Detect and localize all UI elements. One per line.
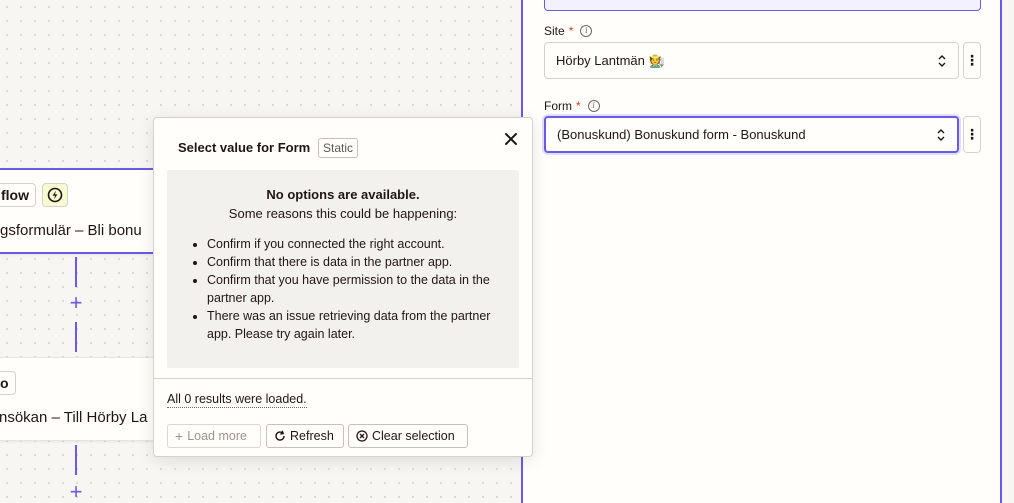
required-marker: * <box>576 99 581 113</box>
plus-icon[interactable]: + <box>66 481 86 503</box>
results-status: All 0 results were loaded. <box>167 392 307 408</box>
popover-title: Select value for Form <box>178 140 311 155</box>
connector-line <box>75 322 77 352</box>
site-label: Site * i <box>544 24 593 38</box>
list-item: There was an issue retrieving data from … <box>207 307 507 343</box>
site-select-value: Hörby Lantmän 🧑‍🌾 <box>556 52 665 68</box>
kebab-icon[interactable]: ⋮ <box>963 42 981 79</box>
refresh-button[interactable]: Refresh <box>266 424 344 448</box>
chevron-updown-icon <box>937 128 945 141</box>
plus-icon[interactable]: + <box>66 292 86 314</box>
empty-state-subheading: Some reasons this could be happening: <box>228 206 458 221</box>
previous-field[interactable] <box>544 0 981 11</box>
list-item: Confirm that there is data in the partne… <box>207 253 507 271</box>
zap-icon <box>42 183 68 207</box>
plus-icon: + <box>175 428 184 444</box>
form-select-value: (Bonuskund) Bonuskund form - Bonuskund <box>557 127 806 142</box>
step-config-panel: Site * i Hörby Lantmän 🧑‍🌾 ⋮ Form * i (B… <box>521 0 1002 503</box>
reasons-list: Confirm if you connected the right accou… <box>207 235 507 343</box>
clear-circle-icon <box>356 430 368 442</box>
empty-state-heading: No options are available. <box>266 187 420 202</box>
connector-line <box>75 257 77 287</box>
step-app-chip: o <box>0 371 16 395</box>
step-app-chip: flow <box>0 183 36 207</box>
close-icon[interactable] <box>502 130 520 148</box>
refresh-icon <box>275 430 285 441</box>
clear-selection-button[interactable]: Clear selection <box>348 424 468 448</box>
chevron-updown-icon <box>938 54 946 67</box>
required-marker: * <box>568 24 574 38</box>
connector-line <box>75 445 77 475</box>
info-icon[interactable]: i <box>580 25 593 37</box>
empty-state-message: No options are available. Some reasons t… <box>167 170 519 368</box>
step-title: nsökan – Till Hörby La <box>0 409 148 426</box>
form-select[interactable]: (Bonuskund) Bonuskund form - Bonuskund <box>544 116 959 153</box>
static-tag: Static <box>318 138 359 158</box>
info-icon[interactable]: i <box>587 100 600 112</box>
step-title: gsformulär – Bli bonu <box>0 222 142 239</box>
list-item: Confirm if you connected the right accou… <box>207 235 507 253</box>
divider <box>154 378 532 379</box>
load-more-button[interactable]: + Load more <box>167 424 261 448</box>
kebab-icon[interactable]: ⋮ <box>963 116 981 153</box>
select-value-popover: Select value for Form Static No options … <box>153 117 533 457</box>
site-select[interactable]: Hörby Lantmän 🧑‍🌾 <box>544 42 959 79</box>
list-item: Confirm that you have permission to the … <box>207 271 507 307</box>
form-label: Form * i <box>544 99 600 113</box>
